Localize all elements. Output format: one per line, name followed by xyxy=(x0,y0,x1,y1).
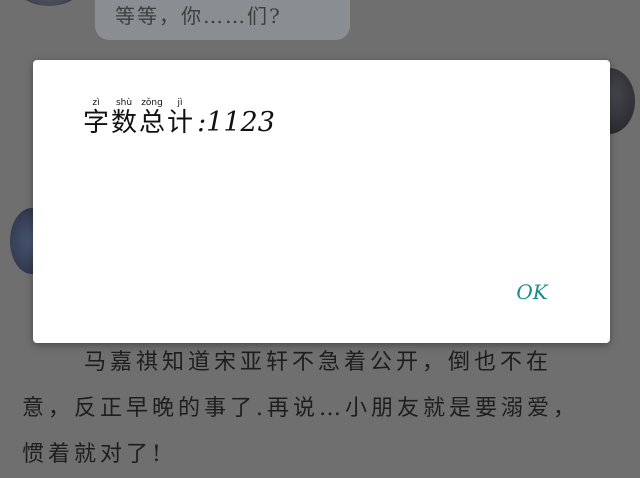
title-char-glyph: 计 xyxy=(167,108,194,138)
pinyin-label: zǒng xyxy=(141,98,163,108)
story-line: 惯着就对了! xyxy=(22,442,165,467)
word-count-value: :1123 xyxy=(197,107,275,138)
avatar xyxy=(18,0,80,6)
chat-bubble: 等等，你……们? xyxy=(95,0,350,40)
chat-bubble-text: 等等，你……们? xyxy=(115,4,282,28)
story-line: 马嘉祺知道宋亚轩不急着公开，倒也不在 xyxy=(84,350,553,375)
title-char: zǒng 总 xyxy=(139,98,165,138)
title-char-glyph: 字 xyxy=(83,108,110,138)
pinyin-label: shù xyxy=(115,98,133,108)
title-char-glyph: 数 xyxy=(111,108,138,138)
title-char: zì 字 xyxy=(83,98,109,138)
pinyin-label: zì xyxy=(92,98,100,108)
story-line: 意，反正早晚的事了.再说…小朋友就是要溺爱， xyxy=(22,396,579,421)
ok-button[interactable]: OK xyxy=(509,276,555,308)
pinyin-label: jì xyxy=(177,98,183,108)
title-char: jì 计 xyxy=(167,98,193,138)
word-count-dialog: zì 字 shù 数 zǒng 总 jì 计 :1123 OK xyxy=(33,60,610,343)
story-text: 马嘉祺知道宋亚轩不急着公开，倒也不在 意，反正早晚的事了.再说…小朋友就是要溺爱… xyxy=(22,340,622,478)
dialog-title: zì 字 shù 数 zǒng 总 jì 计 :1123 xyxy=(83,98,275,138)
title-char-glyph: 总 xyxy=(139,108,166,138)
title-char: shù 数 xyxy=(111,98,137,138)
